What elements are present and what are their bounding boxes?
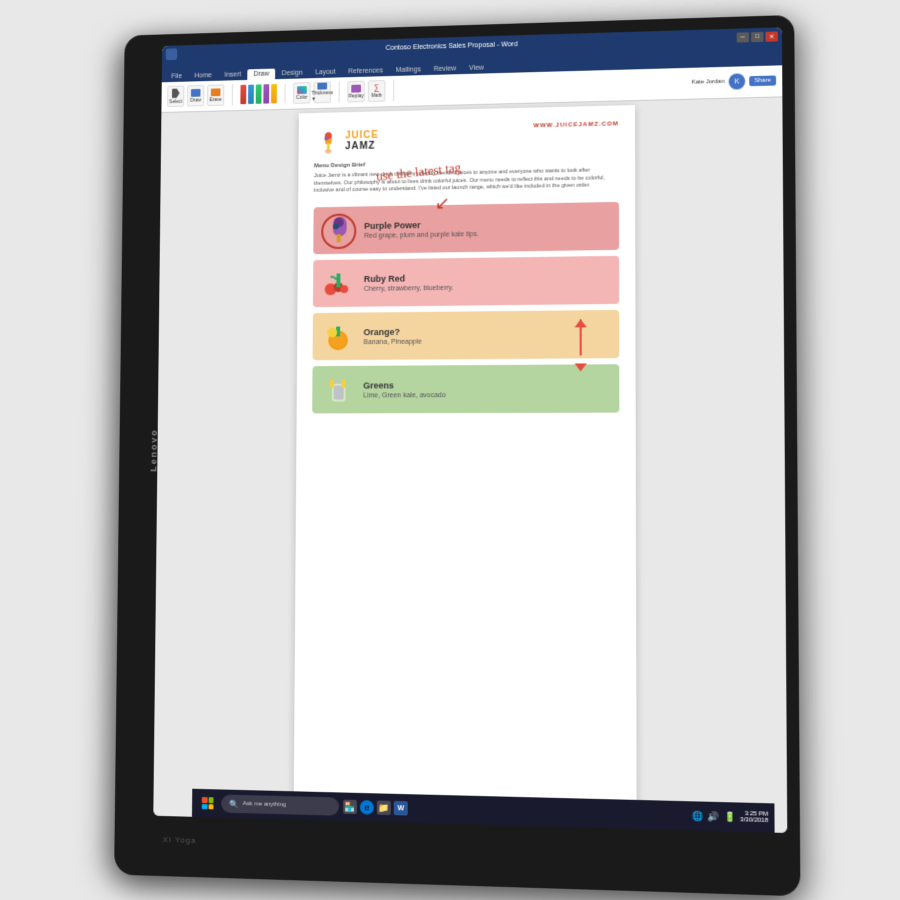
menu-item-purple-power: Purple Power Red grape, plum and purple … <box>313 202 619 254</box>
logo-icon <box>314 128 341 156</box>
tab-view[interactable]: View <box>463 62 490 74</box>
menu-item-greens: Greens Lime, Green kale, avocado <box>312 364 619 413</box>
tab-file[interactable]: File <box>166 71 188 82</box>
ruby-red-desc: Cherry, strawberry, blueberry. <box>364 283 609 293</box>
doc-header: JUICE JAMZ WWW.JUICEJAMZ.COM <box>314 121 619 155</box>
orange-desc: Banana, Pineapple <box>363 337 609 346</box>
windows-logo <box>202 797 214 809</box>
app-icon <box>166 48 177 60</box>
taskbar-edge-icon[interactable]: e <box>360 800 374 815</box>
start-button[interactable] <box>198 793 218 814</box>
battery-icon: 🔋 <box>724 811 736 823</box>
minimize-button[interactable]: ─ <box>737 32 749 42</box>
draw-btn[interactable]: Draw <box>187 85 204 107</box>
menu-item-wrapper-red: Ruby Red Cherry, strawberry, blueberry. <box>313 256 619 307</box>
ruby-red-icon <box>323 267 354 299</box>
tools-group: Select Draw Erase <box>167 84 233 107</box>
logo-juice: JUICE <box>345 130 379 141</box>
menu-item-wrapper-orange: Orange? Banana, Pineapple <box>313 310 620 360</box>
logo-jamz: JAMZ <box>345 141 379 152</box>
ink-replay-btn[interactable]: Replay <box>347 81 365 103</box>
screen-content: Contoso Electronics Sales Proposal - Wor… <box>153 27 787 833</box>
greens-text: Greens Lime, Green kale, avocado <box>363 379 609 399</box>
purple-power-text: Purple Power Red grape, plum and purple … <box>364 217 609 240</box>
model-label: XI Yoga <box>163 835 197 845</box>
menu-item-orange: Orange? Banana, Pineapple <box>313 310 620 360</box>
menu-item-wrapper-green: Greens Lime, Green kale, avocado <box>312 364 619 413</box>
user-avatar: K <box>729 74 746 90</box>
purple-power-desc: Red grape, plum and purple kale tips. <box>364 229 609 240</box>
taskbar-apps: 🏪 e 📁 W <box>343 800 408 816</box>
search-icon: 🔍 <box>229 799 239 808</box>
logo-text: JUICE JAMZ <box>345 130 379 152</box>
orange-text: Orange? Banana, Pineapple <box>363 325 609 346</box>
tab-draw[interactable]: Draw <box>248 68 275 79</box>
laptop-device: Lenovo Contoso Electronics Sales Proposa… <box>114 15 800 896</box>
orange-icon <box>322 321 353 353</box>
ink-group: Color Thickness ▼ <box>293 82 340 105</box>
ruby-red-title: Ruby Red <box>364 271 609 284</box>
network-icon: 🌐 <box>692 810 704 822</box>
window-controls: ─ □ ✕ <box>737 31 778 42</box>
tab-insert[interactable]: Insert <box>219 69 247 80</box>
logo-area: JUICE JAMZ <box>314 127 379 156</box>
menu-item-wrapper-purple: Purple Power Red grape, plum and purple … <box>313 202 619 254</box>
website-url: WWW.JUICEJAMZ.COM <box>533 121 618 129</box>
taskbar-explorer-icon[interactable]: 📁 <box>377 800 391 815</box>
document-area: JUICE JAMZ WWW.JUICEJAMZ.COM use the lat… <box>153 97 787 833</box>
clock: 3:25 PM 3/30/2018 <box>740 811 768 824</box>
tab-home[interactable]: Home <box>189 70 218 81</box>
taskbar-right: 🌐 🔊 🔋 3:25 PM 3/30/2018 <box>692 810 768 824</box>
color-btn[interactable]: Color <box>293 82 311 104</box>
date: 3/30/2018 <box>740 817 768 824</box>
volume-icon: 🔊 <box>708 811 720 823</box>
taskbar-word-icon[interactable]: W <box>394 801 408 816</box>
greens-title: Greens <box>363 379 609 390</box>
menu-item-ruby-red: Ruby Red Cherry, strawberry, blueberry. <box>313 256 619 307</box>
document-page: JUICE JAMZ WWW.JUICEJAMZ.COM use the lat… <box>294 105 637 825</box>
convert-group: Replay ∑ Math <box>347 80 394 103</box>
menu-list: Purple Power Red grape, plum and purple … <box>312 202 619 414</box>
select-btn[interactable]: Select <box>167 86 184 108</box>
erase-btn[interactable]: Erase <box>207 85 224 107</box>
greens-icon <box>322 374 354 406</box>
search-bar[interactable]: 🔍 Ask me anything <box>221 794 339 815</box>
purple-power-icon <box>323 215 354 247</box>
screen-bezel: Contoso Electronics Sales Proposal - Wor… <box>153 27 787 833</box>
taskbar-store-icon[interactable]: 🏪 <box>343 800 357 815</box>
close-button[interactable]: ✕ <box>765 31 777 41</box>
user-area: Kate Jordan K Share <box>691 73 776 91</box>
pens-group <box>240 84 285 104</box>
ruby-red-text: Ruby Red Cherry, strawberry, blueberry. <box>364 271 609 293</box>
search-placeholder: Ask me anything <box>243 801 287 808</box>
maximize-button[interactable]: □ <box>751 32 763 42</box>
math-btn[interactable]: ∑ Math <box>368 80 386 102</box>
greens-desc: Lime, Green kale, avocado <box>363 391 609 399</box>
thickness-btn[interactable]: Thickness ▼ <box>313 82 331 104</box>
share-button[interactable]: Share <box>749 76 776 87</box>
body-text: Juice Jamz is a vibrant new drink compan… <box>314 167 619 196</box>
orange-title: Orange? <box>364 325 610 337</box>
username: Kate Jordan <box>691 79 724 86</box>
